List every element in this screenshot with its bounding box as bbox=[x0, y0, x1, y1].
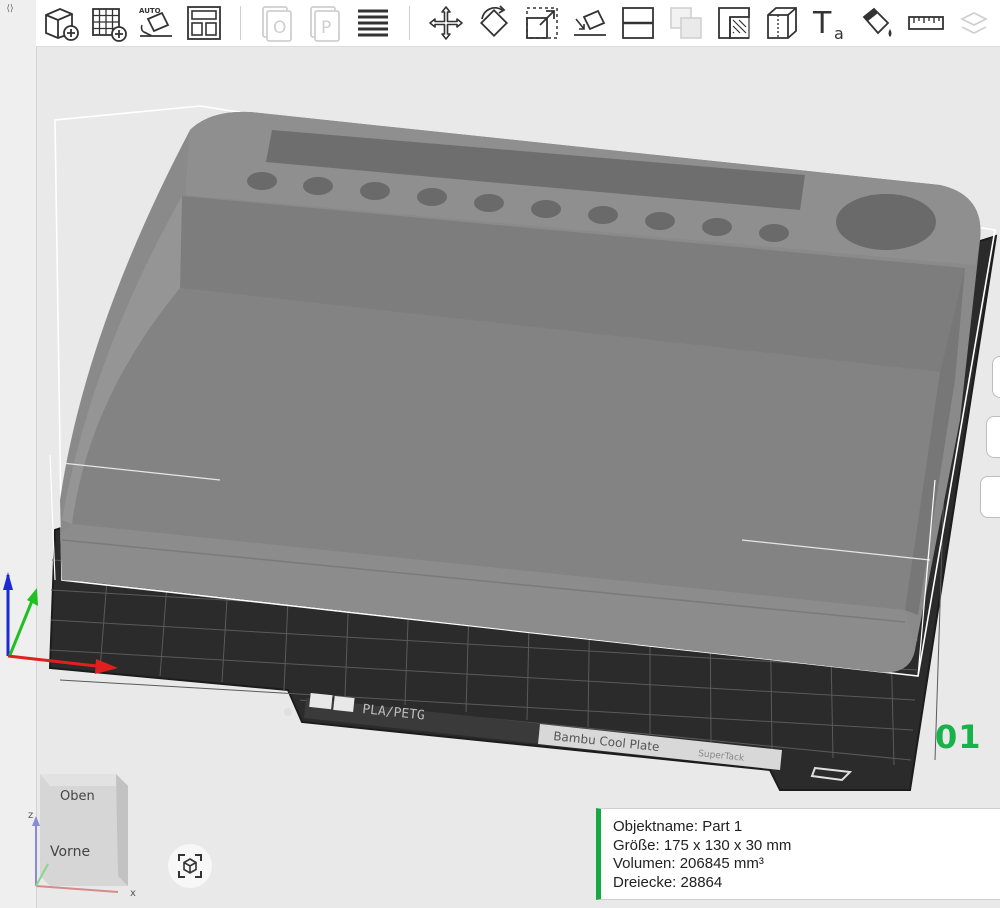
axis-x-label: x bbox=[130, 888, 136, 898]
model-part-1[interactable] bbox=[60, 111, 981, 673]
view-cube[interactable]: Oben Vorne z x bbox=[20, 768, 140, 898]
rotate-icon bbox=[479, 5, 509, 38]
right-panel-button-1[interactable] bbox=[992, 356, 1000, 398]
split-parts-icon: P bbox=[310, 6, 340, 42]
variable-layer-height-button[interactable] bbox=[349, 0, 397, 46]
recenter-icon bbox=[178, 854, 202, 878]
support-painting-button[interactable] bbox=[710, 0, 758, 46]
auto-orient-icon: AUTO bbox=[139, 7, 172, 37]
arrange-icon bbox=[187, 6, 221, 40]
text-shape-icon: T a bbox=[812, 6, 844, 43]
split-parts-text: P bbox=[321, 18, 331, 38]
text-shape-button[interactable]: T a bbox=[806, 0, 854, 46]
text-shape-letter: T bbox=[812, 6, 832, 41]
recenter-view-button[interactable] bbox=[168, 844, 212, 888]
cut-icon bbox=[622, 7, 654, 39]
object-volume: Volumen: 206845 mm³ bbox=[613, 855, 764, 872]
object-size: Größe: 175 x 130 x 30 mm bbox=[613, 836, 792, 854]
add-plate-button[interactable] bbox=[84, 0, 132, 46]
scale-button[interactable] bbox=[518, 0, 566, 46]
object-info-panel: Objektname: Part 1 Größe: 175 x 130 x 30… bbox=[596, 808, 1000, 900]
lay-on-face-icon bbox=[574, 9, 606, 36]
rotate-button[interactable] bbox=[470, 0, 518, 46]
collapse-sidebar-button[interactable]: ⟨⟩ bbox=[2, 2, 18, 16]
seam-painting-button[interactable] bbox=[758, 0, 806, 46]
view-cube-top-label[interactable]: Oben bbox=[60, 789, 95, 804]
add-plate-icon bbox=[92, 8, 127, 42]
object-name: Objektname: Part 1 bbox=[613, 818, 743, 835]
auto-orient-button[interactable]: AUTO bbox=[132, 0, 180, 46]
scale-icon bbox=[526, 7, 558, 39]
move-button[interactable] bbox=[422, 0, 470, 46]
right-panel-button-3[interactable] bbox=[980, 476, 1000, 518]
split-parts-button[interactable]: P bbox=[301, 0, 349, 46]
assembly-icon bbox=[959, 11, 989, 35]
right-panel-button-2[interactable] bbox=[986, 416, 1000, 458]
main-toolbar: AUTO O P T a bbox=[36, 0, 1000, 47]
add-object-button[interactable] bbox=[36, 0, 84, 46]
measure-icon bbox=[908, 16, 944, 30]
assembly-button[interactable] bbox=[950, 0, 998, 46]
boolean-icon bbox=[670, 7, 702, 39]
measure-button[interactable] bbox=[902, 0, 950, 46]
object-triangles: Dreiecke: 28864 bbox=[613, 873, 723, 891]
support-painting-icon bbox=[718, 7, 750, 39]
color-painting-button[interactable] bbox=[854, 0, 902, 46]
3d-viewport[interactable]: PLA/PETG Bambu Cool Plate SuperTack 01 O… bbox=[0, 46, 1000, 908]
cut-button[interactable] bbox=[614, 0, 662, 46]
arrange-button[interactable] bbox=[180, 0, 228, 46]
color-painting-icon bbox=[862, 7, 892, 37]
mesh-boolean-button[interactable] bbox=[662, 0, 710, 46]
variable-layer-height-icon bbox=[358, 9, 388, 37]
lay-on-face-button[interactable] bbox=[566, 0, 614, 46]
split-objects-text: O bbox=[273, 18, 286, 38]
add-object-icon bbox=[45, 8, 79, 41]
split-objects-icon: O bbox=[262, 6, 292, 42]
view-cube-front-label[interactable]: Vorne bbox=[50, 844, 90, 860]
seam-painting-icon bbox=[767, 7, 797, 39]
toolbar-separator bbox=[409, 6, 410, 40]
3d-scene: PLA/PETG Bambu Cool Plate SuperTack bbox=[3, 105, 998, 791]
split-objects-button[interactable]: O bbox=[253, 0, 301, 46]
axis-z-label: z bbox=[28, 810, 33, 821]
text-shape-subletter: a bbox=[834, 24, 844, 43]
move-icon bbox=[429, 6, 463, 40]
auto-orient-text: AUTO bbox=[139, 7, 161, 15]
toolbar-separator bbox=[240, 6, 241, 40]
plate-number[interactable]: 01 bbox=[935, 718, 982, 756]
